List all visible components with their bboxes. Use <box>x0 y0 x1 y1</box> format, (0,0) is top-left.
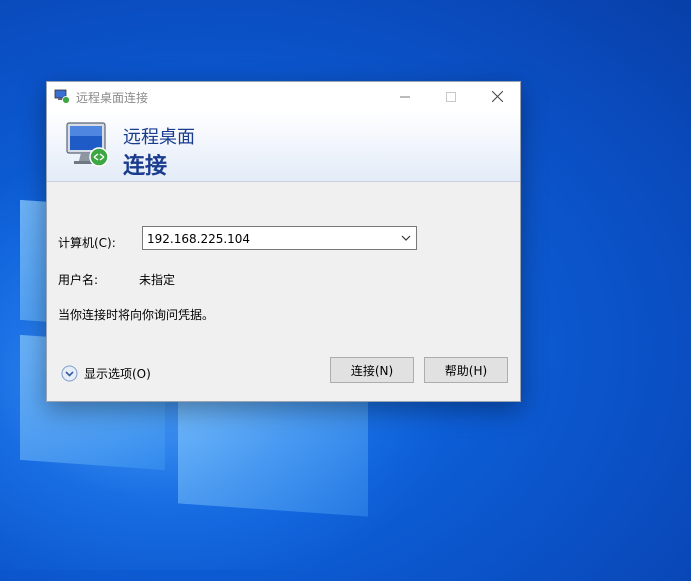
credentials-note: 当你连接时将向你询问凭据。 <box>58 308 215 322</box>
connect-button[interactable]: 连接(N) <box>330 357 414 383</box>
banner-title-line1: 远程桌面 <box>123 127 195 148</box>
username-label: 用户名: <box>58 273 99 287</box>
remote-desktop-dialog: 远程桌面连接 远程桌面 连接 计算机(C): 192.168.225.104 用… <box>46 81 521 402</box>
maximize-icon <box>446 91 456 102</box>
maximize-button[interactable] <box>428 82 474 111</box>
dialog-banner: 远程桌面 连接 <box>47 111 520 182</box>
dialog-body: 计算机(C): 192.168.225.104 用户名: 未指定 当你连接时将向… <box>47 182 520 401</box>
window-title: 远程桌面连接 <box>76 91 149 105</box>
expand-options-icon[interactable] <box>61 365 78 382</box>
close-icon <box>491 91 503 102</box>
computer-combobox[interactable]: 192.168.225.104 <box>142 226 417 250</box>
help-button[interactable]: 帮助(H) <box>424 357 508 383</box>
close-button[interactable] <box>474 82 520 111</box>
minimize-button[interactable] <box>382 82 428 111</box>
chevron-down-icon[interactable] <box>400 232 412 244</box>
banner-title-line2: 连接 <box>123 154 168 179</box>
minimize-icon <box>400 96 410 97</box>
title-bar[interactable]: 远程桌面连接 <box>47 82 520 111</box>
show-options-toggle[interactable]: 显示选项(O) <box>61 365 151 382</box>
username-value: 未指定 <box>139 273 176 287</box>
computer-label: 计算机(C): <box>58 236 116 250</box>
monitor-icon <box>63 119 113 171</box>
computer-value[interactable]: 192.168.225.104 <box>147 232 250 246</box>
remote-desktop-app-icon <box>54 88 70 104</box>
show-options-label[interactable]: 显示选项(O) <box>84 365 151 382</box>
wallpaper-window-pane <box>178 388 368 517</box>
